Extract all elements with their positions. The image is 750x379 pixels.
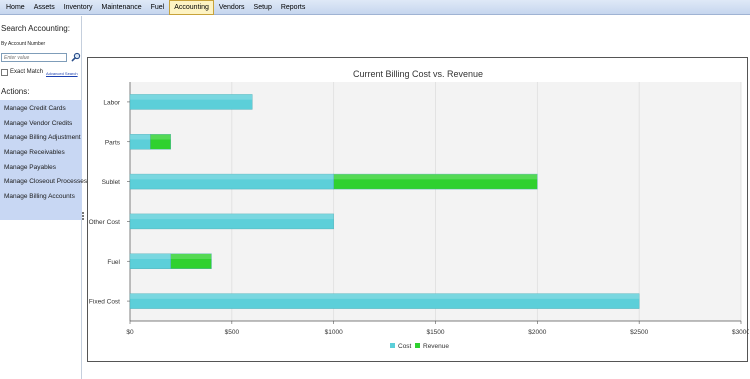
splitter-handle[interactable] [82,211,85,223]
menu-item-fuel[interactable]: Fuel [147,1,169,14]
menu-item-accounting[interactable]: Accounting [169,0,214,15]
x-tick-label: $500 [225,329,240,336]
bar-highlight [333,174,538,180]
chart-panel: Current Billing Cost vs. Revenue $0 $500 $1… [87,57,749,362]
action-item[interactable]: Manage Billing Accounts [4,193,75,200]
y-tick-label: Fuel [107,259,120,266]
menu-item-vendors[interactable]: Vendors [215,1,249,14]
bar-highlight [130,174,334,180]
menu-item-home[interactable]: Home [2,1,29,14]
search-input[interactable] [1,53,67,62]
x-tick-label: $1500 [426,329,444,336]
exact-match-checkbox[interactable] [1,69,8,76]
sidebar: Search Accounting: By Account Number Exa… [0,16,87,379]
bar-highlight [130,134,151,140]
action-item[interactable]: Manage Credit Cards [4,105,66,112]
x-tick-label: $2500 [630,329,648,336]
exact-match-label: Exact Match [10,69,44,75]
legend-label-cost: Cost [398,343,412,350]
bar-highlight [130,253,171,259]
y-tick-label: Sublet [102,179,121,186]
advanced-search-link[interactable]: Advanced Search [46,71,78,76]
actions-panel: Manage Credit Cards Manage Vendor Credits… [0,100,87,220]
bar-highlight [150,134,171,140]
y-tick-label: Parts [105,139,121,146]
action-item[interactable]: Manage Payables [4,164,56,171]
menu-bar: Home Assets Inventory Maintenance Fuel Accoun… [0,0,750,15]
menu-item-setup[interactable]: Setup [250,1,276,14]
bar-highlight [130,293,640,299]
bar-highlight [130,94,253,100]
menu-item-inventory[interactable]: Inventory [60,1,97,14]
billing-chart: Current Billing Cost vs. Revenue $0 $500 $1… [89,69,749,350]
legend-swatch-revenue [415,343,420,348]
magnifier-icon[interactable] [71,52,81,62]
x-tick-label: $2000 [528,329,546,336]
menu-item-assets[interactable]: Assets [30,1,59,14]
action-item[interactable]: Manage Closeout Processes [4,178,87,185]
y-tick-label: Fixed Cost [89,299,120,306]
search-by-label: By Account Number [1,41,46,47]
menu-item-maintenance[interactable]: Maintenance [98,1,146,14]
action-item[interactable]: Manage Billing Adjustment [4,134,81,141]
actions-title: Actions: [1,87,30,96]
x-tick-label: $3000 [732,329,749,336]
bar-highlight [130,213,334,220]
legend-label-revenue: Revenue [423,343,449,350]
y-tick-label: Labor [103,99,120,106]
action-item[interactable]: Manage Receivables [4,149,65,156]
menu-item-reports[interactable]: Reports [277,1,310,14]
action-item[interactable]: Manage Vendor Credits [4,120,72,127]
x-tick-label: $0 [126,329,134,336]
chart-title: Current Billing Cost vs. Revenue [353,69,483,79]
legend-swatch-cost [390,343,395,348]
bar-highlight [170,253,212,259]
search-title: Search Accounting: [1,24,70,33]
y-tick-label: Other Cost [89,219,121,226]
x-tick-label: $1000 [325,329,343,336]
